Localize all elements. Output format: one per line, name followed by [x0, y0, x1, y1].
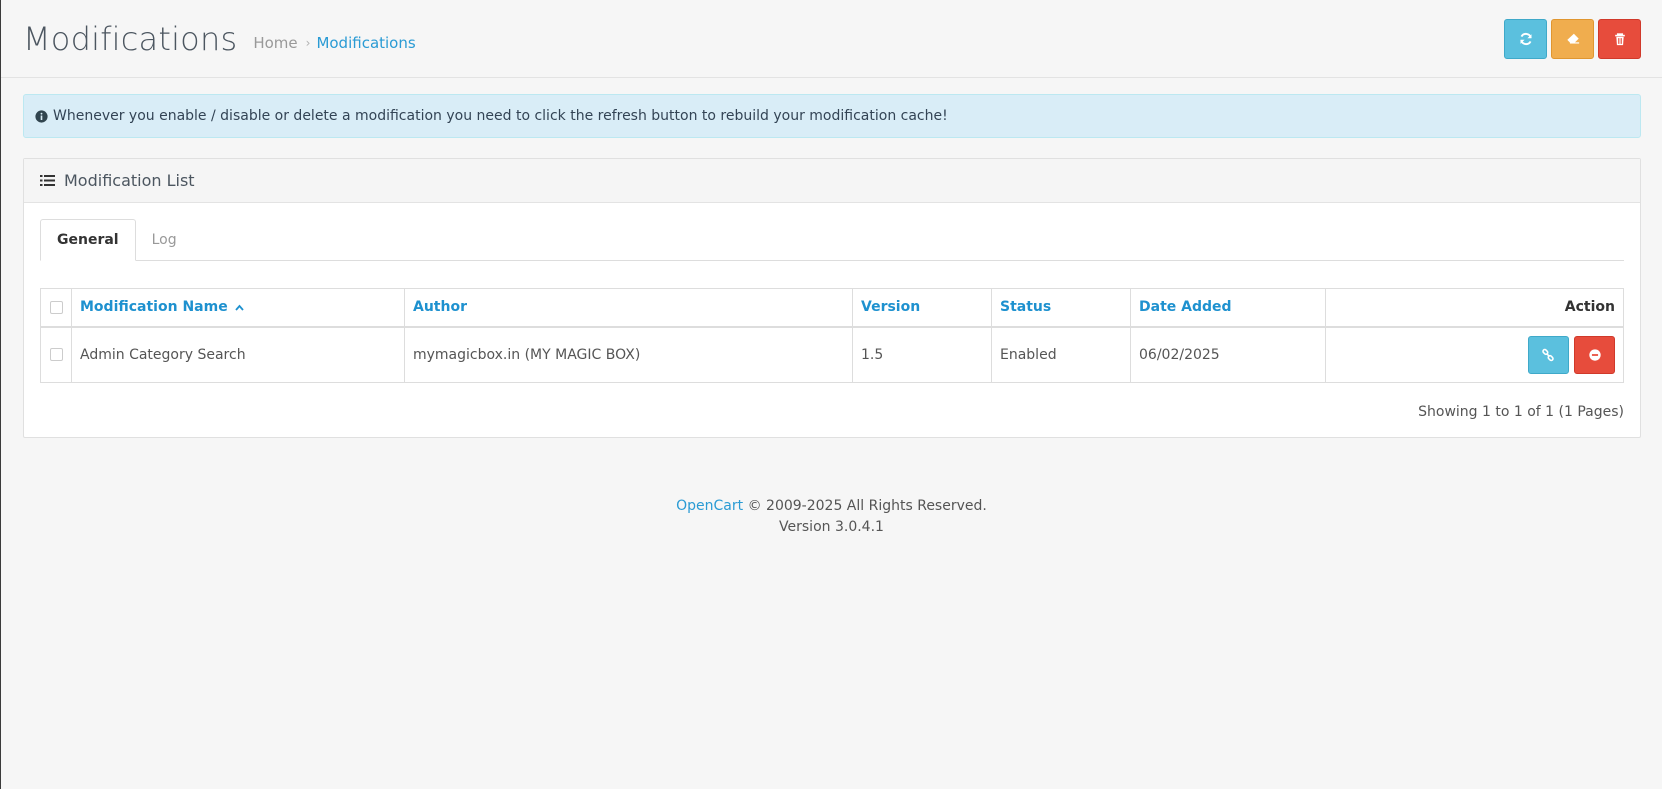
tab-general[interactable]: General — [40, 219, 136, 261]
modification-list-panel: Modification List General Log Modificati… — [23, 158, 1641, 438]
refresh-button[interactable] — [1504, 18, 1547, 59]
refresh-icon — [1519, 32, 1532, 45]
delete-button[interactable] — [1598, 18, 1641, 59]
trash-icon — [1614, 32, 1625, 45]
table-row: Admin Category Search mymagicbox.in (MY … — [40, 326, 1624, 383]
eraser-icon — [1566, 33, 1579, 44]
tab-log[interactable]: Log — [136, 219, 193, 261]
breadcrumb-modifications-link[interactable]: Modifications — [316, 34, 415, 52]
pagination-text: Showing 1 to 1 of 1 (1 Pages) — [1418, 404, 1624, 420]
cell-date-added: 06/02/2025 — [1130, 326, 1326, 383]
alert-text: Whenever you enable / disable or delete … — [53, 108, 948, 124]
select-all-cell — [40, 288, 72, 328]
footer: OpenCart © 2009-2025 All Rights Reserved… — [1, 496, 1662, 538]
sort-by-status-link[interactable]: Status — [1000, 299, 1051, 315]
page-header: Modifications Home › Modifications — [1, 0, 1662, 78]
select-all-checkbox[interactable] — [49, 300, 63, 314]
cell-actions — [1325, 326, 1624, 383]
sort-by-name-link[interactable]: Modification Name — [80, 299, 244, 315]
footer-copyright-line: OpenCart © 2009-2025 All Rights Reserved… — [1, 496, 1662, 517]
row-select-checkbox[interactable] — [49, 348, 63, 362]
panel-title: Modification List — [64, 171, 195, 190]
link-button[interactable] — [1527, 335, 1569, 374]
cell-author: mymagicbox.in (MY MAGIC BOX) — [404, 326, 853, 383]
th-status: Status — [991, 288, 1131, 328]
tab-bar: General Log — [40, 219, 1624, 261]
th-author: Author — [404, 288, 853, 328]
th-name: Modification Name — [71, 288, 405, 328]
panel-heading: Modification List — [24, 159, 1640, 203]
caret-up-icon — [234, 304, 244, 311]
footer-copyright: © 2009-2025 All Rights Reserved. — [747, 498, 987, 514]
footer-version: Version 3.0.4.1 — [779, 519, 884, 535]
list-icon — [40, 175, 55, 186]
panel-body: General Log Modification Name Author Ver… — [24, 203, 1640, 420]
disable-button[interactable] — [1574, 335, 1615, 374]
th-action: Action — [1325, 288, 1624, 328]
modification-table: Modification Name Author Version Status — [40, 288, 1624, 383]
th-date-added: Date Added — [1130, 288, 1326, 328]
minus-circle-icon — [1588, 349, 1601, 361]
clear-button[interactable] — [1551, 18, 1594, 59]
opencart-link[interactable]: OpenCart — [676, 498, 743, 514]
sort-by-date-link[interactable]: Date Added — [1139, 299, 1232, 315]
table-header-row: Modification Name Author Version Status — [40, 288, 1624, 328]
header-actions — [1504, 18, 1641, 59]
th-version: Version — [852, 288, 992, 328]
cell-version: 1.5 — [852, 326, 992, 383]
sort-by-version-link[interactable]: Version — [861, 299, 920, 315]
breadcrumb-separator: › — [305, 35, 311, 50]
page: Modifications Home › Modifications Whene… — [0, 0, 1662, 789]
link-icon — [1542, 348, 1554, 361]
row-select-cell — [40, 326, 72, 383]
cell-status: Enabled — [991, 326, 1131, 383]
page-title: Modifications — [23, 19, 238, 58]
sort-by-author-link[interactable]: Author — [413, 299, 467, 315]
info-circle-icon — [35, 109, 48, 123]
breadcrumb-home-link[interactable]: Home — [253, 34, 297, 52]
cell-name: Admin Category Search — [71, 326, 405, 383]
breadcrumb: Home › Modifications — [253, 34, 415, 52]
info-alert: Whenever you enable / disable or delete … — [23, 94, 1641, 138]
